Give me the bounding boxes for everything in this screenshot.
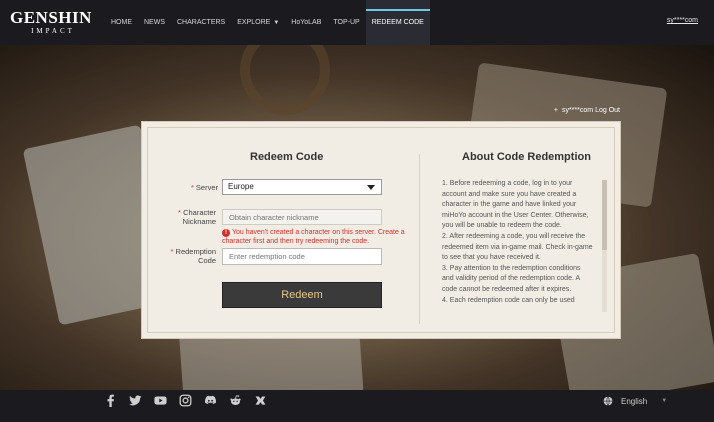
- redeem-code-panel: Redeem Code * Server Europe * Character N…: [141, 121, 621, 339]
- twitter-icon[interactable]: [129, 394, 142, 407]
- redemption-code-input[interactable]: [222, 248, 382, 265]
- language-label: English: [621, 396, 648, 406]
- about-text-scroll-area[interactable]: 1. Before redeeming a code, log in to yo…: [442, 179, 607, 311]
- about-text: 1. Before redeeming a code, log in to yo…: [442, 180, 593, 304]
- logout-link[interactable]: Log Out: [595, 107, 620, 114]
- nickname-label: * Character Nickname: [178, 208, 216, 226]
- nav-hoyolab[interactable]: HoYoLAB: [285, 0, 327, 45]
- reddit-icon[interactable]: [229, 394, 242, 407]
- top-navigation-bar: GENSHIN IMPACT HOME NEWS CHARACTERS EXPL…: [0, 0, 714, 45]
- nav-explore[interactable]: EXPLORE ▼: [231, 0, 285, 45]
- facebook-icon[interactable]: [104, 394, 117, 407]
- redeem-button[interactable]: Redeem: [222, 282, 382, 308]
- genshin-impact-logo[interactable]: GENSHIN IMPACT: [10, 8, 92, 37]
- instagram-icon[interactable]: [179, 394, 192, 407]
- nav-redeem-code[interactable]: REDEEM CODE: [365, 0, 430, 45]
- top-user-account[interactable]: sy****com: [667, 17, 698, 24]
- nickname-error-message: ! You haven't created a character on this…: [222, 229, 405, 245]
- language-selector[interactable]: English ▼: [603, 396, 667, 406]
- chevron-down-icon: ▼: [661, 398, 668, 404]
- hoyolab-icon[interactable]: [254, 394, 267, 407]
- character-nickname-input[interactable]: [222, 209, 382, 225]
- youtube-icon[interactable]: [154, 394, 167, 407]
- plus-icon: +: [553, 107, 558, 114]
- nav-news[interactable]: NEWS: [138, 0, 171, 45]
- error-icon: !: [222, 229, 230, 237]
- redeem-form-title: Redeem Code: [250, 151, 324, 163]
- main-nav: HOME NEWS CHARACTERS EXPLORE ▼ HoYoLAB TO…: [105, 0, 430, 45]
- chevron-down-icon: ▼: [273, 20, 280, 26]
- account-username: sy****com: [562, 107, 594, 114]
- logo-text-line1: GENSHIN: [10, 8, 92, 27]
- panel-divider: [419, 154, 420, 324]
- nav-characters[interactable]: CHARACTERS: [171, 0, 231, 45]
- account-logout-bar: + sy****com Log Out: [554, 107, 620, 114]
- logo-text-line2: IMPACT: [31, 27, 75, 35]
- social-links: [104, 394, 279, 407]
- nav-explore-label: EXPLORE: [237, 19, 271, 26]
- nav-home[interactable]: HOME: [105, 0, 138, 45]
- dropdown-arrow-icon: [367, 185, 375, 190]
- discord-icon[interactable]: [204, 394, 217, 407]
- nav-top-up[interactable]: TOP-UP: [327, 0, 365, 45]
- server-select[interactable]: Europe: [222, 179, 382, 195]
- about-scrollbar-thumb[interactable]: [602, 180, 607, 250]
- globe-icon: [603, 396, 613, 406]
- server-label: * Server: [190, 183, 218, 192]
- server-select-value: Europe: [228, 182, 254, 191]
- about-title: About Code Redemption: [462, 151, 591, 163]
- redemption-code-label: * Redemption Code: [170, 247, 216, 265]
